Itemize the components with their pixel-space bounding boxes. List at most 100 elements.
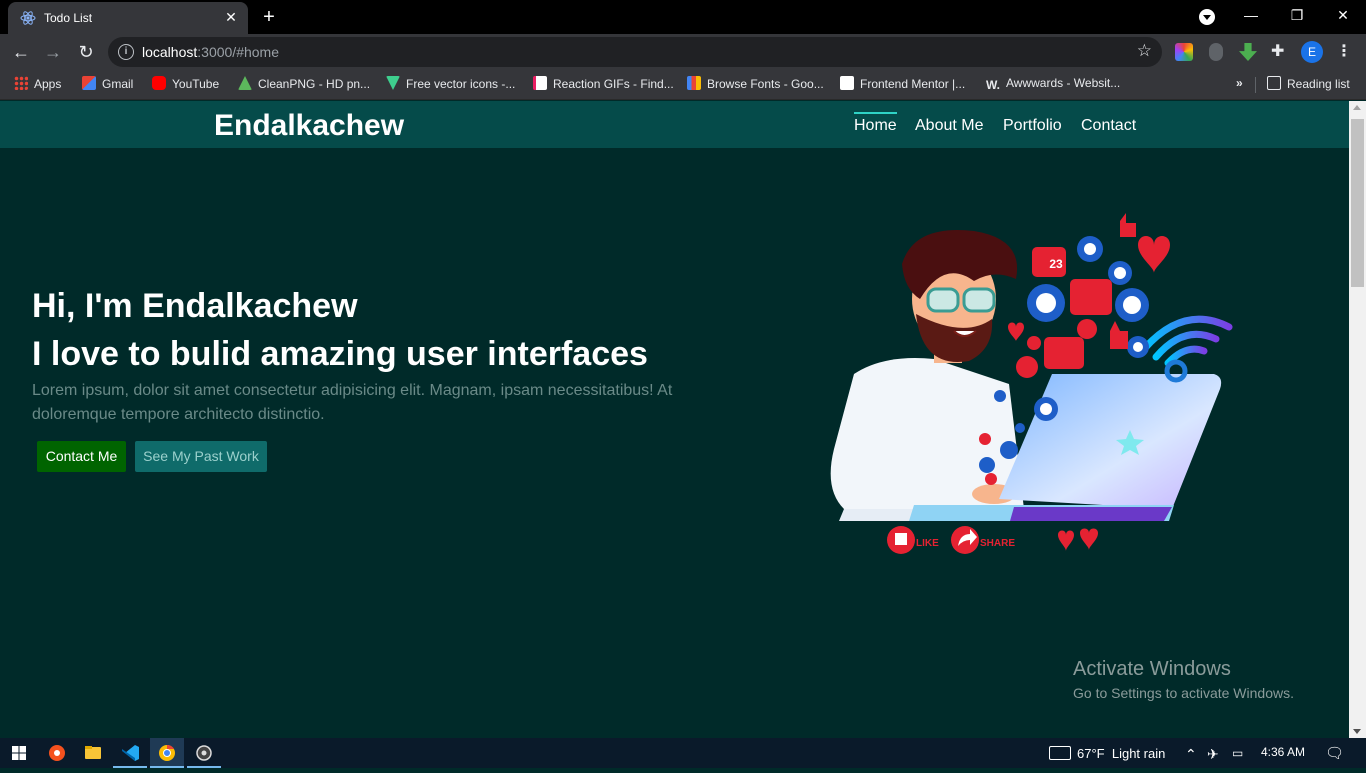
bookmark-star-icon[interactable]: ☆ xyxy=(1137,41,1152,61)
past-work-button[interactable]: See My Past Work xyxy=(135,441,267,472)
watermark-title: Activate Windows xyxy=(1073,658,1231,680)
reload-button[interactable]: ↻ xyxy=(74,40,98,64)
site-info-icon[interactable]: i xyxy=(118,44,134,60)
bookmark-awwwards[interactable]: W. Awwwards - Websit... xyxy=(986,76,1120,94)
browser-tab-strip: Todo List ✕ + — ❐ ✕ xyxy=(0,0,1366,34)
bookmark-label: CleanPNG - HD pn... xyxy=(258,77,371,91)
url-path: :3000/#home xyxy=(197,44,279,60)
chrome-icon xyxy=(159,744,175,761)
restore-button[interactable]: ❐ xyxy=(1274,0,1320,30)
back-button[interactable]: ← xyxy=(9,40,33,64)
apps-grid-icon xyxy=(14,76,28,90)
new-tab-button[interactable]: + xyxy=(258,6,280,28)
weather-icon xyxy=(1049,746,1071,760)
folder-icon xyxy=(85,746,101,759)
windows-activation-watermark: Activate Windows Go to Settings to activ… xyxy=(1073,658,1294,701)
notifications-icon[interactable]: 🗨 xyxy=(1325,744,1344,762)
frontend-mentor-icon xyxy=(840,76,854,90)
weather-widget[interactable]: 67°F Light rain xyxy=(1049,746,1165,761)
forward-button[interactable]: → xyxy=(41,40,65,64)
bookmark-frontend-mentor[interactable]: Frontend Mentor |... xyxy=(840,76,965,94)
bookmark-gmail[interactable]: Gmail xyxy=(82,76,133,94)
bookmark-reaction-gifs[interactable]: Reaction GIFs - Find... xyxy=(533,76,674,94)
flaticon-icon xyxy=(386,76,400,90)
scrollbar-thumb[interactable] xyxy=(1351,119,1364,287)
nav-home[interactable]: Home xyxy=(854,112,897,135)
bookmark-youtube[interactable]: YouTube xyxy=(152,76,219,94)
more-bookmarks-icon[interactable]: » xyxy=(1236,76,1243,94)
vscode-icon xyxy=(122,745,139,761)
youtube-icon xyxy=(152,76,166,90)
profile-avatar[interactable]: E xyxy=(1301,41,1323,63)
react-logo-icon xyxy=(20,11,36,25)
bookmark-flaticon[interactable]: Free vector icons -... xyxy=(386,76,515,94)
watermark-subtitle: Go to Settings to activate Windows. xyxy=(1073,685,1294,701)
browser-toolbar: ← → ↻ i localhost:3000/#home ☆ ✚ E ⋮ xyxy=(0,34,1366,70)
nav-contact[interactable]: Contact xyxy=(1081,117,1136,135)
bookmark-label: Frontend Mentor |... xyxy=(860,77,966,91)
show-hidden-icons-chevron-icon[interactable]: ⌃ xyxy=(1185,746,1197,763)
hero-tagline: I love to bulid amazing user interfaces xyxy=(32,335,648,373)
nav-about[interactable]: About Me xyxy=(915,117,983,135)
airplane-mode-icon[interactable]: ✈ xyxy=(1207,746,1219,763)
scroll-up-icon[interactable] xyxy=(1353,105,1361,110)
bookmark-label: YouTube xyxy=(172,77,220,91)
bookmark-google-fonts[interactable]: Browse Fonts - Goo... xyxy=(687,76,824,94)
scroll-down-icon[interactable] xyxy=(1353,729,1361,734)
notification-count: 23 xyxy=(1049,257,1063,271)
browser-app-icon xyxy=(49,745,65,761)
page-scrollbar[interactable] xyxy=(1349,101,1366,738)
site-navbar: Endalkachew Home About Me Portfolio Cont… xyxy=(0,101,1349,148)
hero-illustration: 23 LIKE SHARE xyxy=(830,213,1233,554)
browser-tab[interactable]: Todo List ✕ xyxy=(8,2,248,34)
bookmark-label: Reaction GIFs - Find... xyxy=(553,77,674,91)
google-fonts-icon xyxy=(687,76,701,90)
taskbar-obs[interactable] xyxy=(187,738,221,768)
page-icon xyxy=(533,76,547,90)
awwwards-icon: W. xyxy=(986,78,1000,92)
download-extension-icon[interactable] xyxy=(1239,43,1257,61)
nav-portfolio[interactable]: Portfolio xyxy=(1003,117,1062,135)
reading-list-label: Reading list xyxy=(1287,77,1350,91)
bookmarks-divider xyxy=(1255,77,1256,93)
contact-me-button[interactable]: Contact Me xyxy=(37,441,126,472)
address-bar[interactable]: i localhost:3000/#home ☆ xyxy=(108,37,1162,67)
close-tab-icon[interactable]: ✕ xyxy=(222,8,240,26)
bookmark-cleanpng[interactable]: CleanPNG - HD pn... xyxy=(238,76,370,94)
bookmark-apps[interactable]: Apps xyxy=(14,76,61,94)
start-button[interactable] xyxy=(2,738,36,768)
tab-search-icon[interactable] xyxy=(1199,9,1215,25)
reading-list-button[interactable]: Reading list xyxy=(1267,76,1350,94)
reading-list-icon xyxy=(1267,76,1281,90)
bookmark-label: Browse Fonts - Goo... xyxy=(707,77,824,91)
taskbar-chrome[interactable] xyxy=(150,738,184,768)
like-label: LIKE xyxy=(916,538,939,549)
url-text[interactable]: localhost:3000/#home xyxy=(142,44,279,60)
bookmark-label: Apps xyxy=(34,77,62,91)
site-brand[interactable]: Endalkachew xyxy=(214,109,404,143)
windows-taskbar: 67°F Light rain ⌃ ✈ ▭ 4:36 AM 🗨 xyxy=(0,738,1366,768)
clock[interactable]: 4:36 AM xyxy=(1261,745,1305,759)
bookmark-label: Awwwards - Websit... xyxy=(1006,76,1121,90)
weather-temp: 67°F xyxy=(1077,746,1105,761)
extensions-puzzle-icon[interactable]: ✚ xyxy=(1271,43,1289,61)
close-window-button[interactable]: ✕ xyxy=(1320,0,1366,30)
color-extension-icon[interactable] xyxy=(1175,43,1193,61)
hero-greeting: Hi, I'm Endalkachew xyxy=(32,287,358,325)
browser-menu-icon[interactable]: ⋮ xyxy=(1336,41,1352,61)
tab-title: Todo List xyxy=(44,11,93,25)
battery-icon[interactable]: ▭ xyxy=(1232,746,1243,760)
bookmarks-bar: Apps Gmail YouTube CleanPNG - HD pn... F… xyxy=(0,70,1366,100)
taskbar-file-explorer[interactable] xyxy=(76,738,110,768)
bookmark-label: Free vector icons -... xyxy=(406,77,516,91)
taskbar-vscode[interactable] xyxy=(113,738,147,768)
hero-description: Lorem ipsum, dolor sit amet consectetur … xyxy=(32,382,673,423)
extension-icon[interactable] xyxy=(1209,43,1223,61)
minimize-button[interactable]: — xyxy=(1228,0,1274,30)
taskbar-app-chrome-canary[interactable] xyxy=(40,738,74,768)
cleanpng-icon xyxy=(238,76,252,90)
url-host: localhost xyxy=(142,44,198,60)
windows-logo-icon xyxy=(12,746,26,760)
page-viewport: Endalkachew Home About Me Portfolio Cont… xyxy=(0,101,1349,738)
recorder-icon xyxy=(196,745,212,761)
